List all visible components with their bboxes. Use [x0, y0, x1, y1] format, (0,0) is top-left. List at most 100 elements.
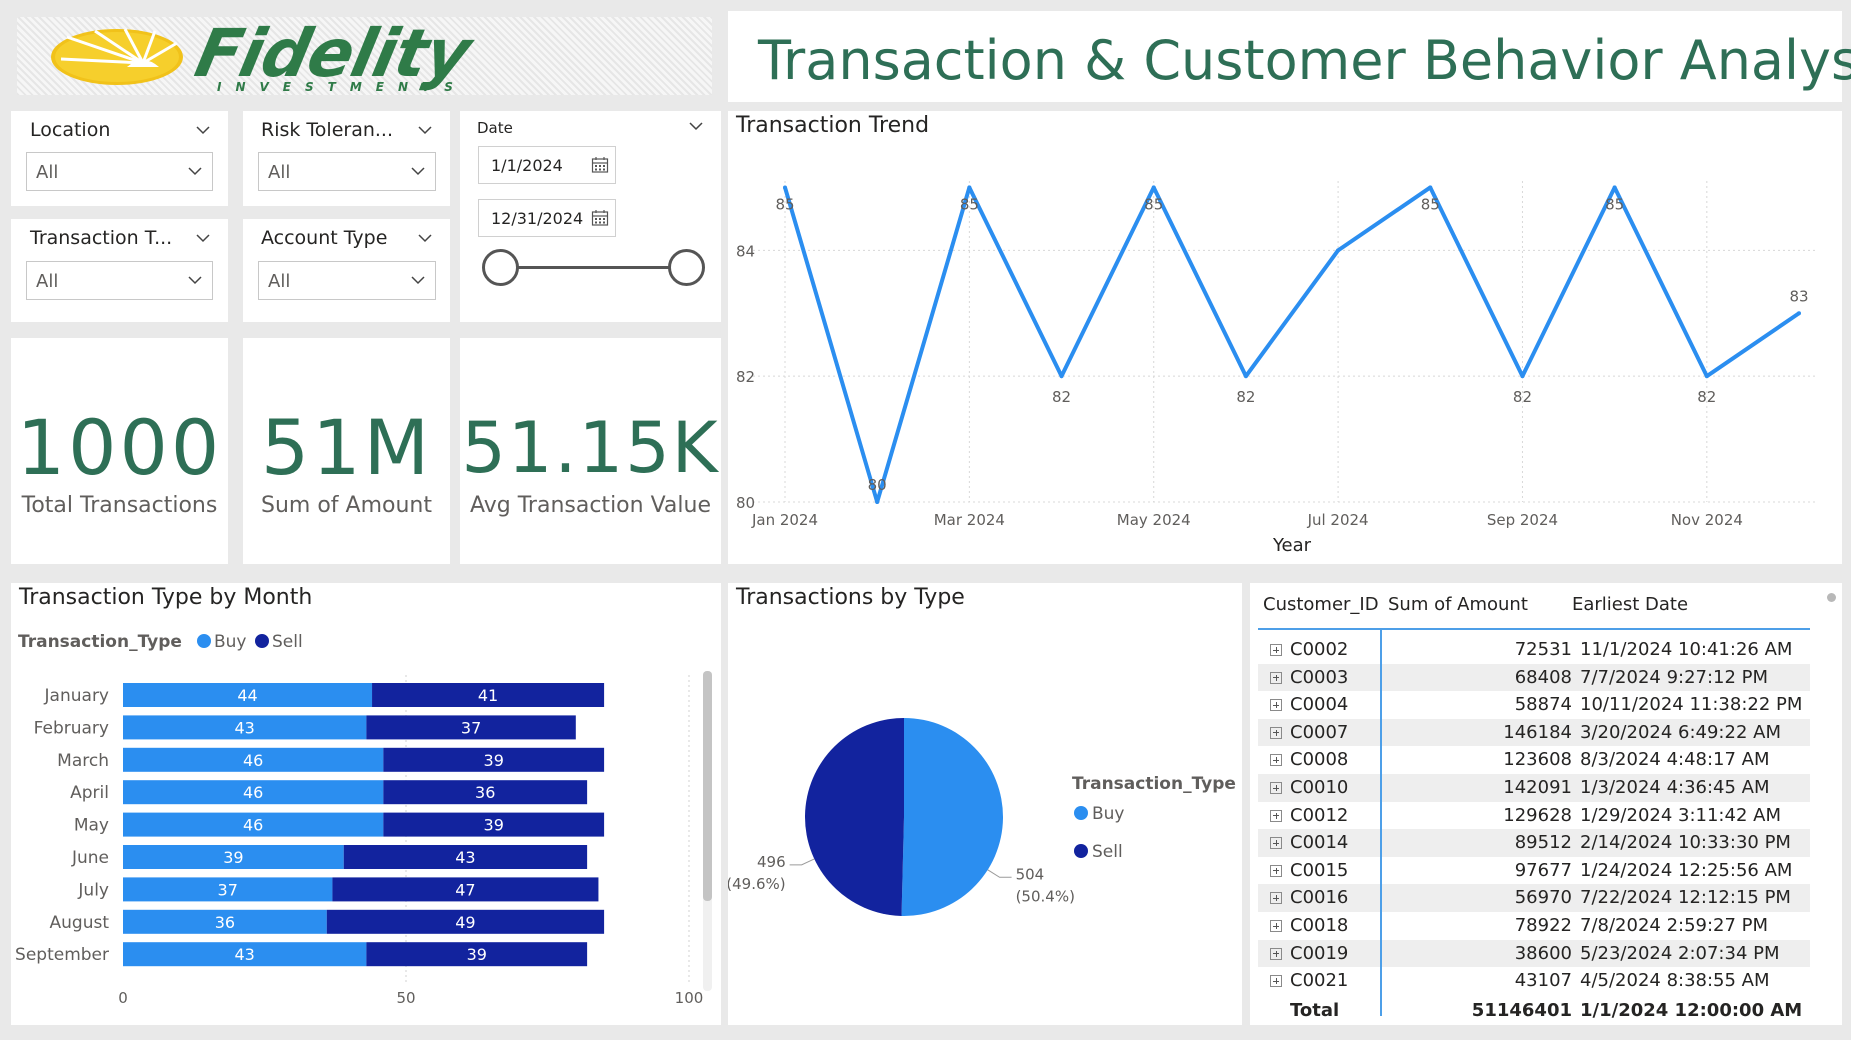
- column-header[interactable]: Sum of Amount: [1388, 594, 1528, 615]
- earliest-date-cell: 1/24/2024 12:25:56 AM: [1580, 859, 1793, 881]
- account-type-dropdown[interactable]: All: [258, 261, 436, 300]
- legend-label[interactable]: Sell: [1092, 842, 1123, 862]
- data-point[interactable]: [1704, 374, 1709, 379]
- column-header[interactable]: Customer_ID: [1263, 594, 1379, 615]
- legend-label[interactable]: Buy: [214, 632, 247, 652]
- expand-plus-icon[interactable]: [1270, 644, 1282, 656]
- table-row[interactable]: C0003 68408 7/7/2024 9:27:12 PM: [1258, 663, 1810, 692]
- expand-plus-icon[interactable]: [1270, 947, 1282, 960]
- expand-plus-icon[interactable]: [1270, 699, 1282, 712]
- table-row[interactable]: C0021 43107 4/5/2024 8:38:55 AM: [1258, 967, 1810, 995]
- pie-slice-buy[interactable]: [901, 718, 1004, 916]
- kpi-total-transactions: 1000 Total Transactions: [11, 338, 228, 564]
- legend-marker[interactable]: [255, 634, 269, 648]
- scrollbar-thumb[interactable]: [1827, 593, 1836, 602]
- x-tick-label: May 2024: [1117, 511, 1191, 529]
- transaction-type-dropdown[interactable]: All: [26, 261, 213, 300]
- data-point[interactable]: [875, 500, 880, 504]
- data-label: 85: [775, 195, 794, 213]
- y-tick-label: 84: [736, 242, 755, 260]
- data-point[interactable]: [967, 185, 972, 190]
- expand-plus-icon[interactable]: [1270, 754, 1282, 767]
- logo-subtitle: INVESTMENTS: [217, 80, 467, 94]
- data-point[interactable]: [1612, 185, 1617, 190]
- table-row[interactable]: C0002 72531 11/1/2024 10:41:26 AM: [1258, 636, 1810, 664]
- x-tick-label: Sep 2024: [1487, 511, 1558, 529]
- expand-plus-icon[interactable]: [1270, 671, 1282, 684]
- table-row[interactable]: C0004 58874 10/11/2024 11:38:22 PM: [1258, 691, 1810, 719]
- data-label: 43: [455, 848, 475, 867]
- logo-wordmark: Fidelity: [188, 17, 477, 92]
- data-point[interactable]: [1428, 185, 1433, 190]
- expand-plus-icon[interactable]: [1270, 726, 1282, 739]
- data-point[interactable]: [783, 185, 787, 190]
- slicer-title: Account Type: [261, 227, 388, 249]
- end-date-input[interactable]: 12/31/2024: [478, 199, 616, 237]
- customer-id-cell: C0014: [1290, 832, 1349, 854]
- legend-marker[interactable]: [1074, 844, 1088, 858]
- transaction-trend-line-chart[interactable]: 80 82 84 Jan 2024 Mar 2024 May 2024 Jul 2024 Se…: [728, 111, 1842, 564]
- data-point[interactable]: [1059, 374, 1064, 379]
- expand-plus-icon[interactable]: [1270, 864, 1282, 877]
- data-point[interactable]: [1243, 374, 1248, 379]
- range-end-handle[interactable]: [668, 249, 705, 286]
- scrollbar-track[interactable]: [703, 671, 712, 991]
- chevron-down-icon[interactable]: [196, 231, 210, 245]
- amount-cell: 89512: [1514, 832, 1572, 854]
- table-row[interactable]: C0012 129628 1/29/2024 3:11:42 AM: [1258, 802, 1810, 830]
- table-row[interactable]: C0014 89512 2/14/2024 10:33:30 PM: [1258, 829, 1810, 857]
- expand-plus-icon[interactable]: [1270, 809, 1282, 822]
- table-row[interactable]: C0018 78922 7/8/2024 2:59:27 PM: [1258, 912, 1810, 940]
- expand-plus-icon[interactable]: [1270, 837, 1282, 850]
- legend-marker[interactable]: [197, 634, 211, 648]
- risk-tolerance-dropdown[interactable]: All: [258, 152, 436, 191]
- chevron-down-icon[interactable]: [689, 119, 703, 133]
- range-start-handle[interactable]: [482, 249, 519, 286]
- data-point[interactable]: [1520, 374, 1525, 379]
- legend-marker[interactable]: [1074, 806, 1088, 820]
- kpi-value: 51M: [260, 403, 433, 492]
- expand-plus-icon[interactable]: [1270, 782, 1282, 794]
- legend-label[interactable]: Buy: [1092, 804, 1125, 824]
- scrollbar-thumb[interactable]: [703, 671, 712, 901]
- calendar-icon[interactable]: [591, 156, 609, 174]
- expand-plus-icon[interactable]: [1270, 920, 1282, 932]
- date-range-track[interactable]: [500, 266, 686, 269]
- data-point[interactable]: [1151, 185, 1156, 190]
- amount-cell: 129628: [1503, 804, 1572, 826]
- table-row[interactable]: C0015 97677 1/24/2024 12:25:56 AM: [1258, 857, 1810, 885]
- column-header[interactable]: Earliest Date: [1572, 594, 1688, 615]
- table-row[interactable]: C0019 38600 5/23/2024 2:07:34 PM: [1258, 939, 1810, 968]
- legend-label[interactable]: Sell: [272, 632, 303, 652]
- location-dropdown[interactable]: All: [26, 152, 213, 191]
- data-label: 39: [484, 751, 504, 770]
- pie-slice-sell[interactable]: [805, 718, 904, 916]
- calendar-icon[interactable]: [591, 209, 609, 227]
- data-point[interactable]: [1797, 311, 1801, 316]
- location-slicer: Location All: [11, 111, 228, 206]
- data-label: 37: [218, 880, 238, 899]
- expand-plus-icon[interactable]: [1270, 892, 1282, 905]
- expand-plus-icon[interactable]: [1270, 975, 1282, 988]
- table-row[interactable]: C0010 142091 1/3/2024 4:36:45 AM: [1258, 774, 1810, 802]
- chevron-down-icon[interactable]: [196, 123, 210, 137]
- earliest-date-cell: 4/5/2024 8:38:55 AM: [1580, 970, 1770, 992]
- category-label: May: [74, 816, 109, 836]
- table-row[interactable]: C0008 123608 8/3/2024 4:48:17 AM: [1258, 746, 1810, 774]
- legend-title: Transaction_Type: [18, 632, 182, 652]
- data-point[interactable]: [1336, 248, 1341, 253]
- table-row[interactable]: C0007 146184 3/20/2024 6:49:22 AM: [1258, 718, 1810, 747]
- slice-percent-label: (50.4%): [1016, 887, 1075, 905]
- table-row[interactable]: C0016 56970 7/22/2024 12:12:15 PM: [1258, 884, 1810, 912]
- category-label: March: [57, 751, 109, 771]
- amount-cell: 72531: [1514, 639, 1572, 660]
- data-label: 46: [243, 816, 263, 835]
- pie-chart[interactable]: 504 (50.4%) 496 (49.6%) Transaction_Type Buy S…: [728, 583, 1242, 1025]
- series-line[interactable]: [783, 185, 1801, 504]
- start-date-input[interactable]: 1/1/2024: [478, 146, 616, 184]
- x-tick-label: 50: [396, 989, 415, 1007]
- chevron-down-icon[interactable]: [418, 123, 432, 137]
- stacked-bar-chart[interactable]: Transaction_Type Buy Sell 0 50 100 January 44 41…: [11, 583, 721, 1025]
- data-label: 85: [1144, 195, 1163, 213]
- chevron-down-icon[interactable]: [418, 231, 432, 245]
